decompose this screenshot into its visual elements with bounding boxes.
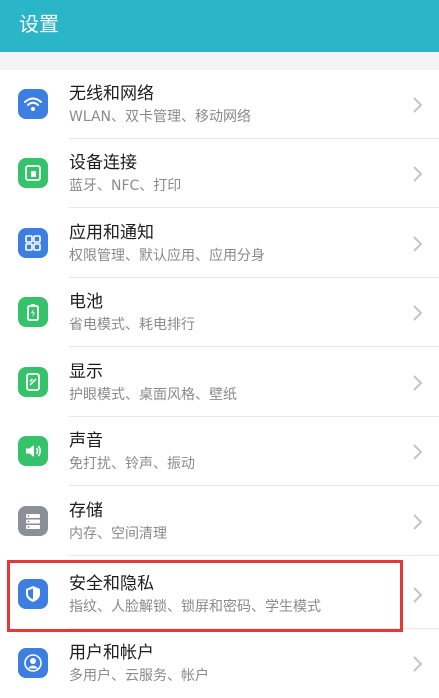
settings-item-apps-notifications[interactable]: 应用和通知 权限管理、默认应用、应用分身 — [0, 209, 439, 278]
display-icon — [18, 367, 48, 397]
settings-item-title: 显示 — [69, 362, 103, 382]
settings-item-subtitle: WLAN、双卡管理、移动网络 — [69, 109, 252, 125]
apps-grid-icon — [18, 228, 48, 258]
speaker-icon — [18, 436, 48, 466]
settings-item-subtitle: 权限管理、默认应用、应用分身 — [69, 248, 265, 264]
settings-item-security-privacy[interactable]: 安全和隐私 指纹、人脸解锁、锁屏和密码、学生模式 — [0, 560, 439, 629]
chevron-right-icon — [410, 235, 424, 253]
user-icon — [18, 648, 48, 678]
divider — [69, 555, 439, 556]
settings-item-battery[interactable]: 电池 省电模式、耗电排行 — [0, 278, 439, 347]
settings-item-subtitle: 护眼模式、桌面风格、壁纸 — [69, 387, 237, 403]
device-connect-icon — [18, 158, 48, 188]
shield-icon — [18, 579, 48, 609]
settings-item-title: 声音 — [69, 431, 103, 451]
settings-item-title: 用户和帐户 — [69, 643, 154, 663]
storage-icon — [18, 506, 48, 536]
chevron-right-icon — [410, 374, 424, 392]
page-title: 设置 — [19, 12, 59, 36]
divider — [69, 485, 439, 486]
divider — [69, 346, 439, 347]
settings-item-title: 安全和隐私 — [69, 574, 154, 594]
settings-item-title: 无线和网络 — [69, 84, 154, 104]
settings-item-title: 电池 — [69, 292, 103, 312]
settings-item-subtitle: 省电模式、耗电排行 — [69, 317, 195, 333]
chevron-right-icon — [410, 96, 424, 114]
settings-item-users-accounts[interactable]: 用户和帐户 多用户、云服务、帐户 — [0, 629, 439, 698]
settings-item-sound[interactable]: 声音 免打扰、铃声、振动 — [0, 417, 439, 486]
chevron-right-icon — [410, 165, 424, 183]
settings-item-subtitle: 蓝牙、NFC、打印 — [69, 178, 182, 194]
chevron-right-icon — [410, 586, 424, 604]
wifi-icon — [18, 89, 48, 119]
settings-item-title: 设备连接 — [69, 153, 137, 173]
chevron-right-icon — [410, 513, 424, 531]
settings-item-title: 应用和通知 — [69, 223, 154, 243]
settings-list: 无线和网络 WLAN、双卡管理、移动网络 设备连接 蓝牙、NFC、打印 应用和通… — [0, 70, 439, 698]
settings-item-subtitle: 多用户、云服务、帐户 — [69, 668, 209, 684]
chevron-right-icon — [410, 304, 424, 322]
settings-item-title: 存储 — [69, 501, 103, 521]
chevron-right-icon — [410, 443, 424, 461]
divider — [69, 207, 439, 208]
settings-item-subtitle: 指纹、人脸解锁、锁屏和密码、学生模式 — [69, 599, 321, 615]
settings-item-display[interactable]: 显示 护眼模式、桌面风格、壁纸 — [0, 348, 439, 417]
settings-item-device-connection[interactable]: 设备连接 蓝牙、NFC、打印 — [0, 139, 439, 208]
settings-item-subtitle: 内存、空间清理 — [69, 526, 167, 542]
chevron-right-icon — [410, 655, 424, 673]
settings-item-subtitle: 免打扰、铃声、振动 — [69, 456, 195, 472]
app-bar: 设置 — [0, 0, 439, 52]
battery-icon — [18, 297, 48, 327]
settings-item-wireless[interactable]: 无线和网络 WLAN、双卡管理、移动网络 — [0, 70, 439, 139]
settings-item-storage[interactable]: 存储 内存、空间清理 — [0, 487, 439, 556]
